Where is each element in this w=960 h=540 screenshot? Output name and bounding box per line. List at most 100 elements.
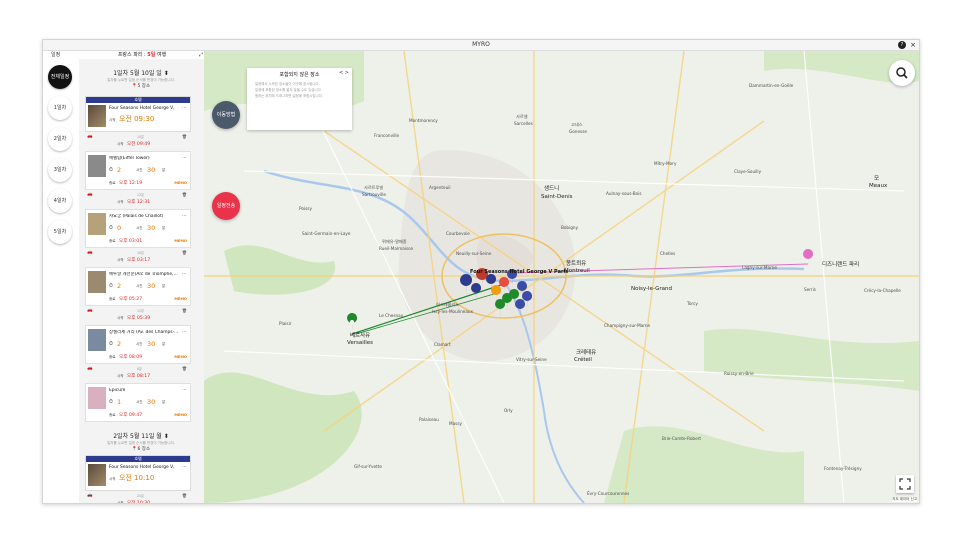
- send-schedule-button[interactable]: 일정전송: [212, 192, 240, 220]
- arrive-label: 시작: [117, 501, 124, 503]
- stay-hours[interactable]: 2: [117, 340, 121, 348]
- day-tab-1[interactable]: 1일차: [48, 96, 72, 120]
- hotel-card[interactable]: 호텔 Four Seasons Hotel George V, ⋯ 시작 오전 10:1…: [85, 455, 191, 491]
- arrive-time: 오후 03:17: [127, 258, 151, 263]
- trash-icon[interactable]: 🗑: [182, 250, 187, 255]
- start-label: 시작: [109, 118, 116, 122]
- more-icon[interactable]: ⋯: [182, 271, 187, 277]
- place-thumbnail: [88, 329, 106, 351]
- panel-nav-icon[interactable]: < >: [339, 70, 349, 76]
- car-icon[interactable]: 🚗: [87, 134, 93, 139]
- stay-minutes[interactable]: 30: [147, 282, 155, 290]
- panel-title: 포함되지 않은 장소: [279, 72, 320, 78]
- clock-icon: ⏱: [109, 399, 113, 405]
- clock-icon: ⏱: [109, 225, 113, 231]
- memo-button[interactable]: MEMO: [174, 413, 187, 417]
- memo-button[interactable]: MEMO: [174, 239, 187, 243]
- place-card[interactable]: 에펠탑(Eiffel Tower) ⋯ ⏱ 2 시간 30 분 종료 오후 12:19 MEMO: [85, 151, 191, 190]
- stay-minutes[interactable]: 30: [147, 398, 155, 406]
- more-icon[interactable]: ⋯: [182, 464, 187, 470]
- arrive-time: 오후 08:17: [127, 374, 151, 379]
- trash-icon[interactable]: 🗑: [182, 134, 187, 139]
- trash-icon[interactable]: 🗑: [182, 366, 187, 371]
- stay-hours[interactable]: 2: [117, 166, 121, 174]
- day-tab-4[interactable]: 4일차: [48, 189, 72, 213]
- day-tab-3[interactable]: 3일차: [48, 158, 72, 182]
- end-time: 오후 09:47: [119, 413, 143, 418]
- car-icon[interactable]: 🚗: [87, 308, 93, 313]
- place-card[interactable]: 에투알 개선문(Arc de Triomphe,... ⋯ ⏱ 2 시간 30 분 종료 오후 …: [85, 267, 191, 306]
- start-label: 시작: [109, 477, 116, 481]
- map-marker-day1[interactable]: [486, 269, 533, 319]
- memo-button[interactable]: MEMO: [174, 355, 187, 359]
- stay-minutes[interactable]: 30: [147, 166, 155, 174]
- fullscreen-button[interactable]: [896, 475, 914, 493]
- move-duration: 10분: [137, 135, 144, 139]
- day-tab-5[interactable]: 5일차: [48, 220, 72, 244]
- place-card[interactable]: 샹젤리제 거리 (Av. des Champs-... ⋯ ⏱ 2 시간 30 분 종료 오후 …: [85, 325, 191, 364]
- stay-hours[interactable]: 1: [117, 398, 121, 406]
- map-view[interactable]: 생드니 Saint-Denis Sarcelles 사르셀 Franconville Mo…: [204, 51, 919, 503]
- car-icon[interactable]: 🚗: [87, 250, 93, 255]
- stay-hours[interactable]: 0: [117, 224, 121, 232]
- trash-icon[interactable]: 🗑: [182, 493, 187, 498]
- search-button[interactable]: [889, 60, 915, 86]
- more-icon[interactable]: ⋯: [182, 155, 187, 161]
- day-tab-all[interactable]: 전체일정: [48, 65, 72, 89]
- expand-icon[interactable]: ⤢: [199, 51, 203, 59]
- day-tab-2[interactable]: 2일차: [48, 127, 72, 151]
- map-attribution[interactable]: 지도 데이터 신고: [892, 497, 917, 502]
- move-duration: 16분: [137, 251, 144, 255]
- place-card[interactable]: 샤요궁 (Palais de Chaillot) ⋯ ⏱ 0 시간 30 분 종료 오후 03:…: [85, 209, 191, 248]
- place-name: 샹젤리제 거리 (Av. des Champs-...: [109, 330, 179, 335]
- memo-button[interactable]: MEMO: [174, 181, 187, 185]
- more-icon[interactable]: ⋯: [182, 387, 187, 393]
- trip-title: 프랑스 파리 : 5일 여행: [117, 52, 167, 58]
- place-thumbnail: [88, 155, 106, 177]
- day1-header[interactable]: 1일차 5월 10일 일 ⬍ 일자를 누르면 일정 순서를 변경이 가능합니다.…: [85, 69, 197, 91]
- day2-header[interactable]: 2일차 5월 11일 월 ⬍ 일자를 누르면 일정 순서를 변경이 가능합니다. 📍…: [85, 432, 197, 454]
- move-segment: 🚗 16분 🗑 시작 오후 03:17: [85, 249, 189, 267]
- arrive-time: 오후 12:31: [127, 200, 151, 205]
- arrive-label: 시작: [117, 374, 124, 378]
- car-icon[interactable]: 🚗: [87, 192, 93, 197]
- unassigned-places-panel: 포함되지 않은 장소 < > 일정에서 누락된 장소들이 이곳에 표시됩니다. …: [247, 68, 352, 130]
- more-icon[interactable]: ⋯: [182, 105, 187, 111]
- close-icon[interactable]: ×: [910, 40, 916, 50]
- more-icon[interactable]: ⋯: [182, 329, 187, 335]
- end-time: 오후 03:01: [119, 239, 143, 244]
- stay-minutes[interactable]: 30: [147, 224, 155, 232]
- arrive-label: 시작: [117, 316, 124, 320]
- more-icon[interactable]: ⋯: [182, 213, 187, 219]
- clock-icon: ⏱: [109, 341, 113, 347]
- move-duration: 8분: [137, 367, 142, 371]
- stay-hours[interactable]: 2: [117, 282, 121, 290]
- hotel-card[interactable]: 호텔 Four Seasons Hotel George V, ⋯ 시작 오전 09:3…: [85, 96, 191, 132]
- itinerary-list: 1일차 5월 10일 일 ⬍ 일자를 누르면 일정 순서를 변경이 가능합니다.…: [79, 59, 205, 503]
- trash-icon[interactable]: 🗑: [182, 308, 187, 313]
- hotel-name: Four Seasons Hotel George V,: [109, 465, 175, 470]
- map-marker-versailles[interactable]: [347, 313, 358, 333]
- stay-minutes[interactable]: 30: [147, 340, 155, 348]
- car-icon[interactable]: 🚗: [87, 493, 93, 498]
- schedule-tab[interactable]: 일정: [51, 51, 60, 59]
- map-marker-disney[interactable]: [803, 249, 814, 269]
- fullscreen-icon: [899, 478, 911, 490]
- move-segment: 🚗 20분 🗑 시작오전 10:30: [85, 492, 189, 503]
- start-time: 오전 09:30: [119, 115, 155, 123]
- place-name: 샤요궁 (Palais de Chaillot): [109, 214, 164, 219]
- move-segment: 🚗 12분 🗑 시작 오후 05:39: [85, 307, 189, 325]
- panel-line: 일정에서 누락된 장소들이 이곳에 표시됩니다.: [255, 82, 320, 86]
- end-label: 종료: [109, 239, 116, 243]
- place-name: 에펠탑(Eiffel Tower): [109, 156, 150, 161]
- trash-icon[interactable]: 🗑: [182, 192, 187, 197]
- car-icon[interactable]: 🚗: [87, 366, 93, 371]
- help-icon[interactable]: ?: [898, 41, 906, 49]
- move-segment: 🚗 10분 🗑 시작 오전 09:49: [85, 133, 189, 151]
- transport-button[interactable]: 이동방법: [212, 101, 240, 129]
- hours-label: 시간: [136, 284, 143, 288]
- place-card[interactable]: Epicure ⋯ ⏱ 1 시간 30 분 종료 오후 09:47 MEMO: [85, 383, 191, 422]
- memo-button[interactable]: MEMO: [174, 297, 187, 301]
- day2-count-text: 6 장소: [137, 447, 151, 452]
- arrive-time: 오전 09:49: [127, 142, 151, 147]
